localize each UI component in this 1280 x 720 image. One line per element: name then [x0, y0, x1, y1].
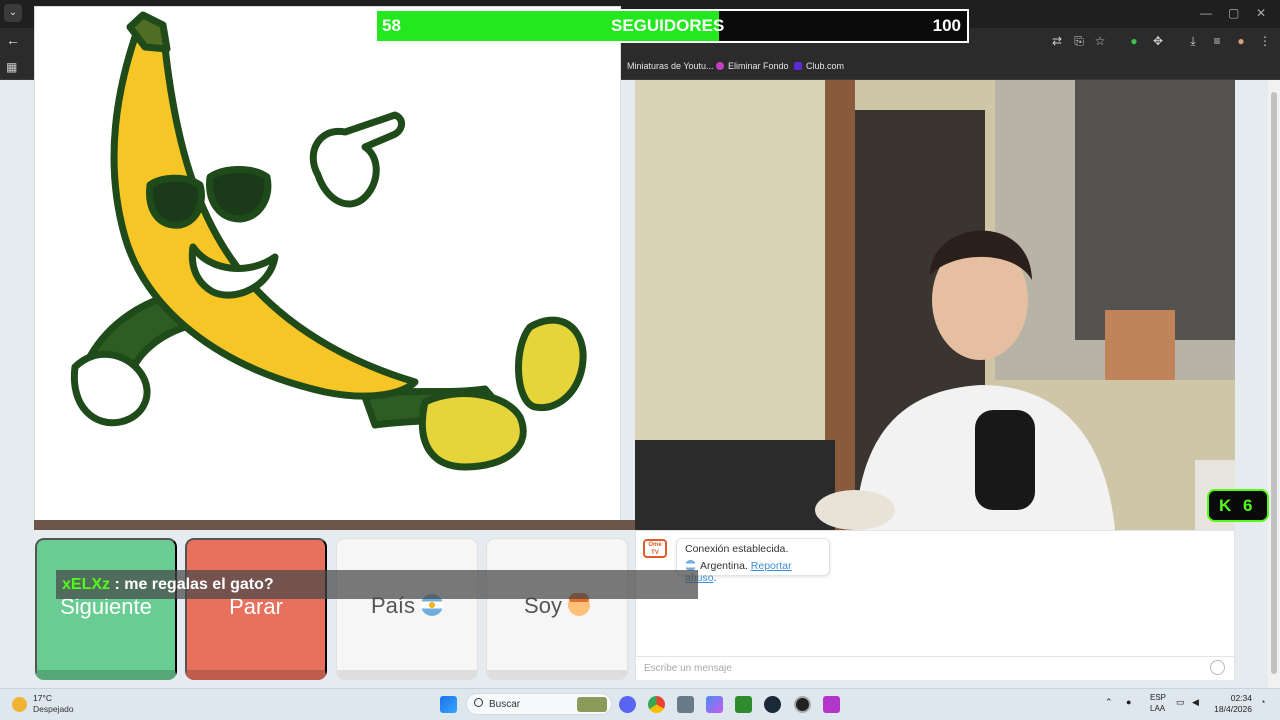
bookmark-club[interactable]: Club.com	[794, 61, 844, 71]
banana-illustration	[70, 11, 587, 471]
windows-taskbar	[0, 688, 1280, 720]
chat-username: xELXz	[62, 576, 111, 593]
connection-notice: Conexión establecida. Argentina. Reporta…	[676, 538, 830, 584]
calculator-icon[interactable]	[677, 696, 694, 713]
reading-list-icon[interactable]: ≡	[1209, 34, 1225, 48]
discord-icon[interactable]	[619, 696, 636, 713]
volume-icon[interactable]: ◀	[1192, 697, 1199, 708]
instagram-icon[interactable]	[823, 696, 840, 713]
cast-icon[interactable]: ⎘	[1071, 34, 1087, 49]
menu-dots-icon[interactable]: ⋮	[1257, 34, 1273, 48]
puzzle-icon[interactable]: ✥	[1150, 34, 1166, 48]
bookmark-miniaturas[interactable]: Miniaturas de Youtu...	[627, 61, 714, 71]
streamer-webcam	[635, 80, 1235, 530]
partner-video-strip	[34, 520, 635, 530]
message-input[interactable]: Escribe un mensaje	[636, 656, 1234, 680]
gender-button[interactable]: Soy	[486, 538, 628, 680]
connection-status: Conexión establecida.	[685, 543, 789, 555]
translate-icon[interactable]: ⇄	[1049, 34, 1065, 48]
club-icon	[794, 62, 802, 70]
kick-viewers-badge: K 6	[1207, 489, 1269, 522]
obs-icon[interactable]	[794, 696, 811, 713]
scrollbar-thumb[interactable]	[1271, 92, 1277, 674]
search-highlight-icon	[577, 697, 607, 712]
weather-condition[interactable]: Despejado	[33, 704, 74, 714]
kick-viewer-count: 6	[1243, 496, 1253, 515]
clock-time[interactable]: 02:34	[1214, 693, 1252, 703]
keyboard-layout[interactable]: LAA	[1150, 704, 1165, 713]
webcam-scene	[635, 80, 1235, 530]
network-icon[interactable]: ▭	[1176, 697, 1185, 708]
stop-button[interactable]: Parar	[185, 538, 327, 680]
profile-avatar-icon[interactable]: ●	[1233, 34, 1249, 48]
windows-start-icon[interactable]	[440, 696, 457, 713]
chrome-icon[interactable]	[648, 696, 665, 713]
search-label: Buscar	[489, 699, 521, 710]
close-icon[interactable]: ✕	[1256, 6, 1266, 20]
extension-icon[interactable]: ●	[1126, 34, 1142, 48]
next-button[interactable]: Siguiente	[35, 538, 177, 680]
search-icon	[474, 698, 483, 707]
ometv-logo: Ome TV	[643, 539, 667, 558]
minecraft-icon[interactable]	[735, 696, 752, 713]
followers-goal: 100	[932, 16, 961, 35]
bookmark-eliminar-fondo[interactable]: Eliminar Fondo	[716, 61, 789, 71]
language-code[interactable]: ESP	[1150, 693, 1166, 702]
apps-grid-icon[interactable]: ▦	[6, 60, 17, 74]
eliminar-fondo-icon	[716, 62, 724, 70]
copilot-icon[interactable]	[706, 696, 723, 713]
maximize-icon[interactable]: ▢	[1228, 6, 1239, 20]
partner-video-banana	[34, 6, 621, 522]
notice-period: .	[713, 572, 717, 584]
followers-current: 58	[382, 16, 401, 35]
clock-date[interactable]: 18/4/2026	[1208, 704, 1252, 714]
partner-country: Argentina.	[700, 560, 748, 572]
tray-chevron-icon[interactable]: ⌃	[1105, 697, 1113, 708]
steam-icon[interactable]	[764, 696, 781, 713]
stream-chat-message: xELXz : me regalas el gato?	[56, 570, 698, 599]
country-button[interactable]: País	[336, 538, 478, 680]
bookmark-star-icon[interactable]: ☆	[1092, 34, 1108, 48]
notification-bell-icon[interactable]: ◔	[1260, 697, 1265, 707]
back-arrow-icon[interactable]: ←	[6, 32, 20, 48]
tab-search-button[interactable]: ⌄	[4, 4, 22, 22]
message-placeholder: Escribe un mensaje	[644, 663, 732, 674]
followers-label: SEGUIDORES	[611, 16, 725, 35]
microphone-icon[interactable]: ●	[1126, 697, 1131, 707]
kick-logo-icon: K	[1219, 496, 1232, 515]
emoji-icon[interactable]	[1210, 660, 1225, 675]
weather-temperature[interactable]: 17°C	[33, 693, 52, 703]
weather-moon-icon[interactable]	[12, 697, 27, 712]
chat-text: : me regalas el gato?	[110, 576, 274, 593]
download-icon[interactable]: ⤓	[1185, 34, 1201, 49]
followers-goal-bar: 58 SEGUIDORES 100	[375, 9, 969, 43]
minimize-icon[interactable]: —	[1200, 6, 1212, 20]
